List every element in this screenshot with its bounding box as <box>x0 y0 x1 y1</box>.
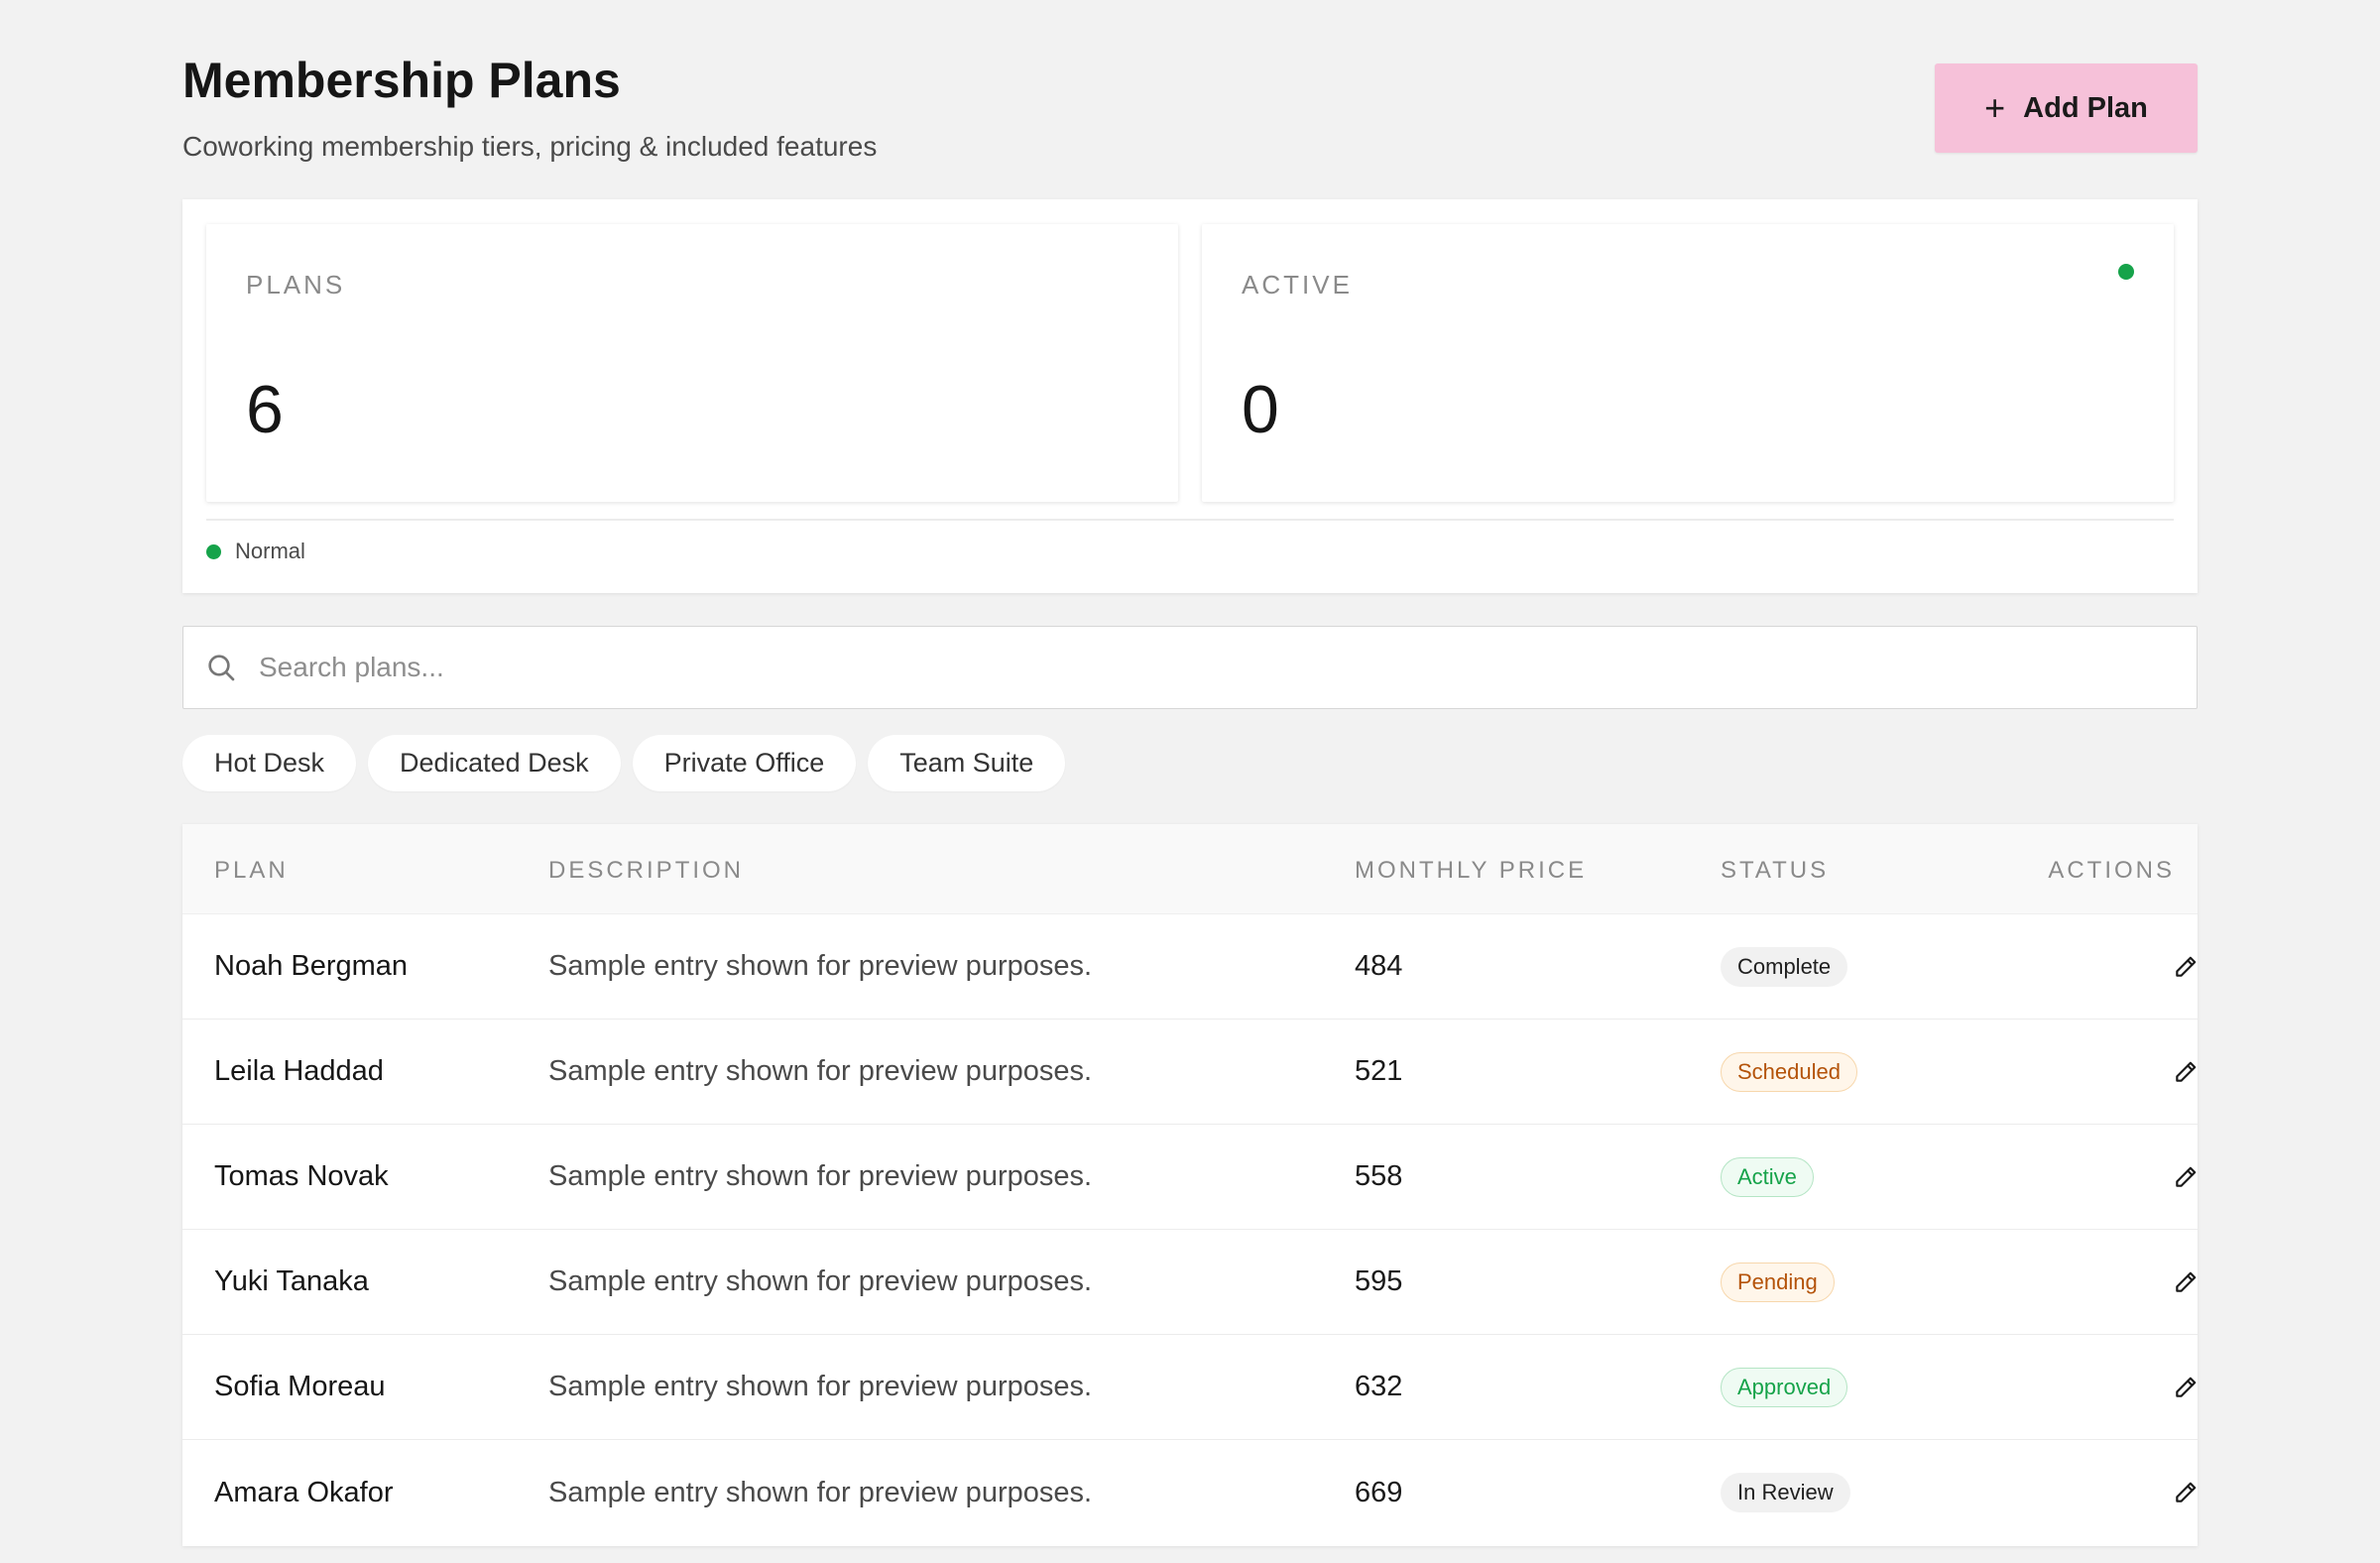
stats-panel: PLANS 6 ACTIVE 0 Normal <box>182 199 2198 593</box>
page: Membership Plans Coworking membership ti… <box>182 0 2198 1546</box>
page-subtitle: Coworking membership tiers, pricing & in… <box>182 131 878 162</box>
column-header-status: STATUS <box>1721 857 1830 884</box>
table-row: Tomas Novak Sample entry shown for previe… <box>182 1125 2198 1230</box>
monthly-price-cell: 669 <box>1355 1476 1403 1508</box>
status-cell: Active <box>1721 1125 1814 1229</box>
stat-card-active: ACTIVE 0 <box>1202 224 2174 502</box>
edit-plan-button[interactable] <box>2162 943 2209 991</box>
stat-label: PLANS <box>246 270 346 300</box>
status-cell: Pending <box>1721 1230 1835 1334</box>
search-bar <box>182 626 2198 709</box>
monthly-price-cell: 595 <box>1355 1265 1403 1297</box>
stat-label: ACTIVE <box>1242 270 1353 300</box>
system-status: Normal <box>206 539 305 564</box>
pencil-icon <box>2176 1061 2197 1082</box>
plan-name-cell: Noah Bergman <box>214 950 409 982</box>
column-header-actions: ACTIONS <box>2048 857 2175 884</box>
stat-value: 0 <box>1242 372 1279 447</box>
status-cell: Complete <box>1721 914 1848 1019</box>
description-cell: Sample entry shown for preview purposes. <box>548 1265 1093 1297</box>
plus-icon: + <box>1984 87 2006 128</box>
plans-table: PLAN DESCRIPTION MONTHLY PRICE STATUS AC… <box>182 824 2198 1546</box>
status-badge: Pending <box>1721 1262 1835 1302</box>
plan-name-cell: Tomas Novak <box>214 1160 389 1192</box>
actions-cell <box>2162 1440 2209 1545</box>
monthly-price-cell: 484 <box>1355 950 1403 982</box>
actions-cell <box>2162 1020 2209 1124</box>
plan-name-cell: Yuki Tanaka <box>214 1265 369 1297</box>
column-header-monthly-price: MONTHLY PRICE <box>1355 857 1588 884</box>
status-cell: In Review <box>1721 1440 1850 1545</box>
pencil-icon <box>2176 956 2197 977</box>
filter-chip-private-office[interactable]: Private Office <box>632 735 857 791</box>
table-row: Amara Okafor Sample entry shown for previ… <box>182 1440 2198 1545</box>
description-cell: Sample entry shown for preview purposes. <box>548 1476 1093 1508</box>
status-badge: Complete <box>1721 946 1848 987</box>
status-badge: In Review <box>1721 1473 1850 1512</box>
status-dot-icon <box>206 543 221 559</box>
column-header-plan: PLAN <box>214 857 289 884</box>
search-icon <box>208 655 235 681</box>
table-row: Sofia Moreau Sample entry shown for previ… <box>182 1335 2198 1440</box>
description-cell: Sample entry shown for preview purposes. <box>548 1371 1093 1402</box>
column-header-description: DESCRIPTION <box>548 857 745 884</box>
pencil-icon <box>2176 1482 2197 1503</box>
status-badge: Approved <box>1721 1367 1848 1407</box>
status-cell: Approved <box>1721 1335 1848 1439</box>
filter-chip-hot-desk[interactable]: Hot Desk <box>182 735 357 791</box>
table-row: Yuki Tanaka Sample entry shown for previe… <box>182 1230 2198 1335</box>
page-title: Membership Plans <box>182 53 621 108</box>
stat-value: 6 <box>246 372 284 447</box>
filter-chip-team-suite[interactable]: Team Suite <box>868 735 1066 791</box>
pencil-icon <box>2176 1166 2197 1187</box>
description-cell: Sample entry shown for preview purposes. <box>548 950 1093 982</box>
monthly-price-cell: 558 <box>1355 1160 1403 1192</box>
filter-chip-dedicated-desk[interactable]: Dedicated Desk <box>368 735 621 791</box>
status-cell: Scheduled <box>1721 1020 1857 1124</box>
filter-chips: Hot Desk Dedicated Desk Private Office T… <box>182 735 1066 791</box>
actions-cell <box>2162 1335 2209 1439</box>
plan-name-cell: Leila Haddad <box>214 1055 384 1087</box>
divider <box>206 519 2174 521</box>
actions-cell <box>2162 1230 2209 1334</box>
edit-plan-button[interactable] <box>2162 1469 2209 1516</box>
actions-cell <box>2162 1125 2209 1229</box>
edit-plan-button[interactable] <box>2162 1259 2209 1306</box>
pencil-icon <box>2176 1271 2197 1292</box>
pencil-icon <box>2176 1377 2197 1397</box>
status-dot-icon <box>2118 264 2134 280</box>
stat-card-plans: PLANS 6 <box>206 224 1178 502</box>
table-row: Leila Haddad Sample entry shown for previ… <box>182 1020 2198 1125</box>
description-cell: Sample entry shown for preview purposes. <box>548 1160 1093 1192</box>
monthly-price-cell: 521 <box>1355 1055 1403 1087</box>
search-input[interactable] <box>237 627 2197 708</box>
edit-plan-button[interactable] <box>2162 1153 2209 1201</box>
plan-name-cell: Amara Okafor <box>214 1476 394 1508</box>
description-cell: Sample entry shown for preview purposes. <box>548 1055 1093 1087</box>
status-badge: Active <box>1721 1156 1814 1197</box>
table-row: Noah Bergman Sample entry shown for previ… <box>182 914 2198 1020</box>
plan-name-cell: Sofia Moreau <box>214 1371 386 1402</box>
status-text: Normal <box>235 539 305 563</box>
edit-plan-button[interactable] <box>2162 1048 2209 1096</box>
edit-plan-button[interactable] <box>2162 1364 2209 1411</box>
monthly-price-cell: 632 <box>1355 1371 1403 1402</box>
status-badge: Scheduled <box>1721 1051 1857 1092</box>
table-header: PLAN DESCRIPTION MONTHLY PRICE STATUS AC… <box>182 824 2198 914</box>
page-header: Membership Plans Coworking membership ti… <box>182 0 2198 198</box>
add-plan-button-label: Add Plan <box>2023 91 2148 124</box>
actions-cell <box>2162 914 2209 1019</box>
add-plan-button[interactable]: + Add Plan <box>1935 63 2198 153</box>
